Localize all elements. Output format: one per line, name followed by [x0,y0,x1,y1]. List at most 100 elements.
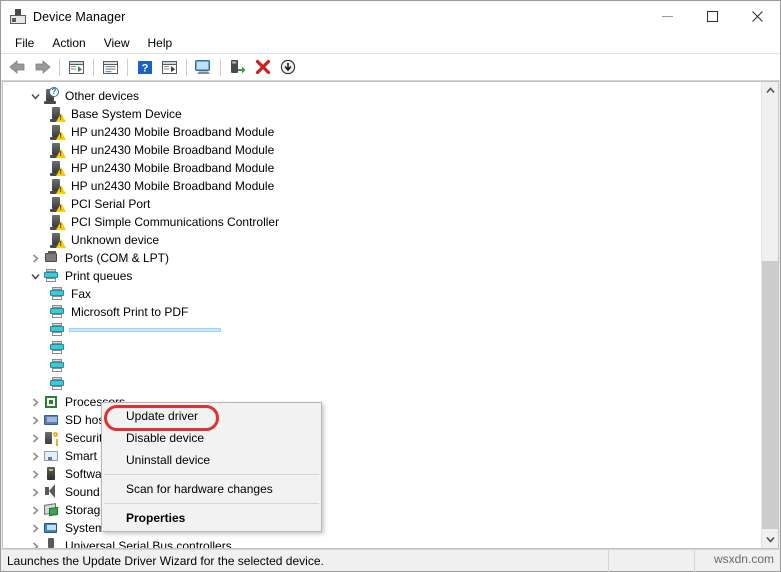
context-menu-item-update-driver[interactable]: Update driver [102,405,321,427]
help-icon[interactable]: ? [132,55,157,79]
context-menu-item-properties[interactable]: Properties [102,507,321,529]
uninstall-device-icon[interactable] [250,55,275,79]
printer-icon [49,304,65,320]
context-menu[interactable]: Update driver Disable device Uninstall d… [101,402,322,532]
chevron-right-icon[interactable] [27,465,43,483]
vertical-scrollbar[interactable] [761,82,778,548]
port-icon [43,250,59,266]
scroll-down-icon[interactable] [762,531,778,548]
tree-row[interactable]: HP un2430 Mobile Broadband Module [3,177,760,195]
chevron-right-icon[interactable] [27,519,43,537]
device-warning-icon [49,142,66,158]
tree-row-label: Unknown device [71,232,160,247]
status-cell [608,549,694,572]
tree-row-label: PCI Serial Port [71,196,151,211]
device-manager-window: Device Manager File Action View Help ? ?… [0,0,781,572]
tree-row[interactable]: HP un2430 Mobile Broadband Module [3,123,760,141]
tree-row[interactable]: Base System Device [3,105,760,123]
menu-bar: File Action View Help [1,32,780,53]
tree-row-label: Ports (COM & LPT) [65,250,170,265]
chevron-down-icon[interactable] [27,267,43,285]
status-bar: Launches the Update Driver Wizard for th… [1,549,780,572]
chevron-right-icon[interactable] [27,483,43,501]
scroll-up-icon[interactable] [762,82,778,99]
menu-view[interactable]: View [95,34,139,52]
device-warning-icon [49,178,66,194]
device-warning-icon [49,196,66,212]
update-driver-icon[interactable] [225,55,250,79]
device-tree-panel: ? Other devices Base System Device HP un243… [2,81,779,549]
close-button[interactable] [735,1,780,32]
toolbar-separator [93,58,94,76]
tree-row-label: Print queues [65,268,133,283]
context-menu-item-disable-device[interactable]: Disable device [102,427,321,449]
tree-row[interactable] [3,375,760,393]
device-warning-icon [49,106,66,122]
tree-row[interactable]: HP un2430 Mobile Broadband Module [3,141,760,159]
show-hide-console-tree-icon[interactable] [64,55,89,79]
tree-row[interactable] [3,357,760,375]
printer-icon [49,286,65,302]
chevron-right-icon[interactable] [27,537,43,548]
tree-row[interactable]: PCI Simple Communications Controller [3,213,760,231]
forward-icon[interactable] [30,55,55,79]
menu-action[interactable]: Action [43,34,94,52]
tree-row-label: Universal Serial Bus controllers [65,538,232,549]
scrollbar-thumb[interactable] [762,261,778,529]
maximize-button[interactable] [690,1,735,32]
minimize-button[interactable] [645,1,690,32]
printer-icon [49,376,65,392]
title-bar: Device Manager [1,1,780,32]
chevron-right-icon[interactable] [27,393,43,411]
window-controls [645,1,780,32]
tree-row-label [69,328,221,332]
tree-row[interactable] [3,321,760,339]
context-menu-separator [104,474,319,475]
show-hide-action-pane-icon[interactable] [157,55,182,79]
usb-controller-icon [43,538,59,548]
tree-row[interactable]: Unknown device [3,231,760,249]
tree-row-label: HP un2430 Mobile Broadband Module [71,160,275,175]
tree-row-label: PCI Simple Communications Controller [71,214,280,229]
chevron-right-icon[interactable] [27,501,43,519]
tree-row[interactable]: Microsoft Print to PDF [3,303,760,321]
tree-row-label: HP un2430 Mobile Broadband Module [71,178,275,193]
tree-row[interactable]: PCI Serial Port [3,195,760,213]
watermark-text: wsxdn.com [713,552,774,566]
tree-row-label: Microsoft Print to PDF [71,304,189,319]
context-menu-item-uninstall-device[interactable]: Uninstall device [102,449,321,471]
tree-row-label: HP un2430 Mobile Broadband Module [71,142,275,157]
menu-file[interactable]: File [6,34,43,52]
toolbar-separator [59,58,60,76]
chevron-right-icon[interactable] [27,249,43,267]
tree-row-label: HP un2430 Mobile Broadband Module [71,124,275,139]
disable-device-icon[interactable] [275,55,300,79]
menu-help[interactable]: Help [139,34,182,52]
device-warning-icon [49,124,66,140]
tree-row[interactable] [3,339,760,357]
device-manager-icon [10,8,26,25]
chevron-right-icon[interactable] [27,411,43,429]
tree-row[interactable]: Print queues [3,267,760,285]
device-warning-icon [49,214,66,230]
context-menu-item-scan-for-hardware-changes[interactable]: Scan for hardware changes [102,478,321,500]
printer-icon [49,358,65,374]
software-device-icon [43,466,59,482]
printer-icon [49,322,65,338]
back-icon[interactable] [5,55,30,79]
tree-row[interactable]: Fax [3,285,760,303]
tree-row[interactable]: Ports (COM & LPT) [3,249,760,267]
status-message: Launches the Update Driver Wizard for th… [7,553,324,568]
chevron-right-icon[interactable] [27,429,43,447]
printer-icon [43,268,59,284]
tree-row[interactable]: ? Other devices [3,87,760,105]
scan-for-hardware-changes-icon[interactable] [191,55,216,79]
tree-row[interactable]: Universal Serial Bus controllers [3,537,760,548]
toolbar: ? [1,53,780,81]
chevron-down-icon[interactable] [27,87,43,105]
chevron-right-icon[interactable] [27,447,43,465]
tree-row[interactable]: HP un2430 Mobile Broadband Module [3,159,760,177]
toolbar-separator [186,58,187,76]
printer-icon [49,340,65,356]
properties-icon[interactable] [98,55,123,79]
